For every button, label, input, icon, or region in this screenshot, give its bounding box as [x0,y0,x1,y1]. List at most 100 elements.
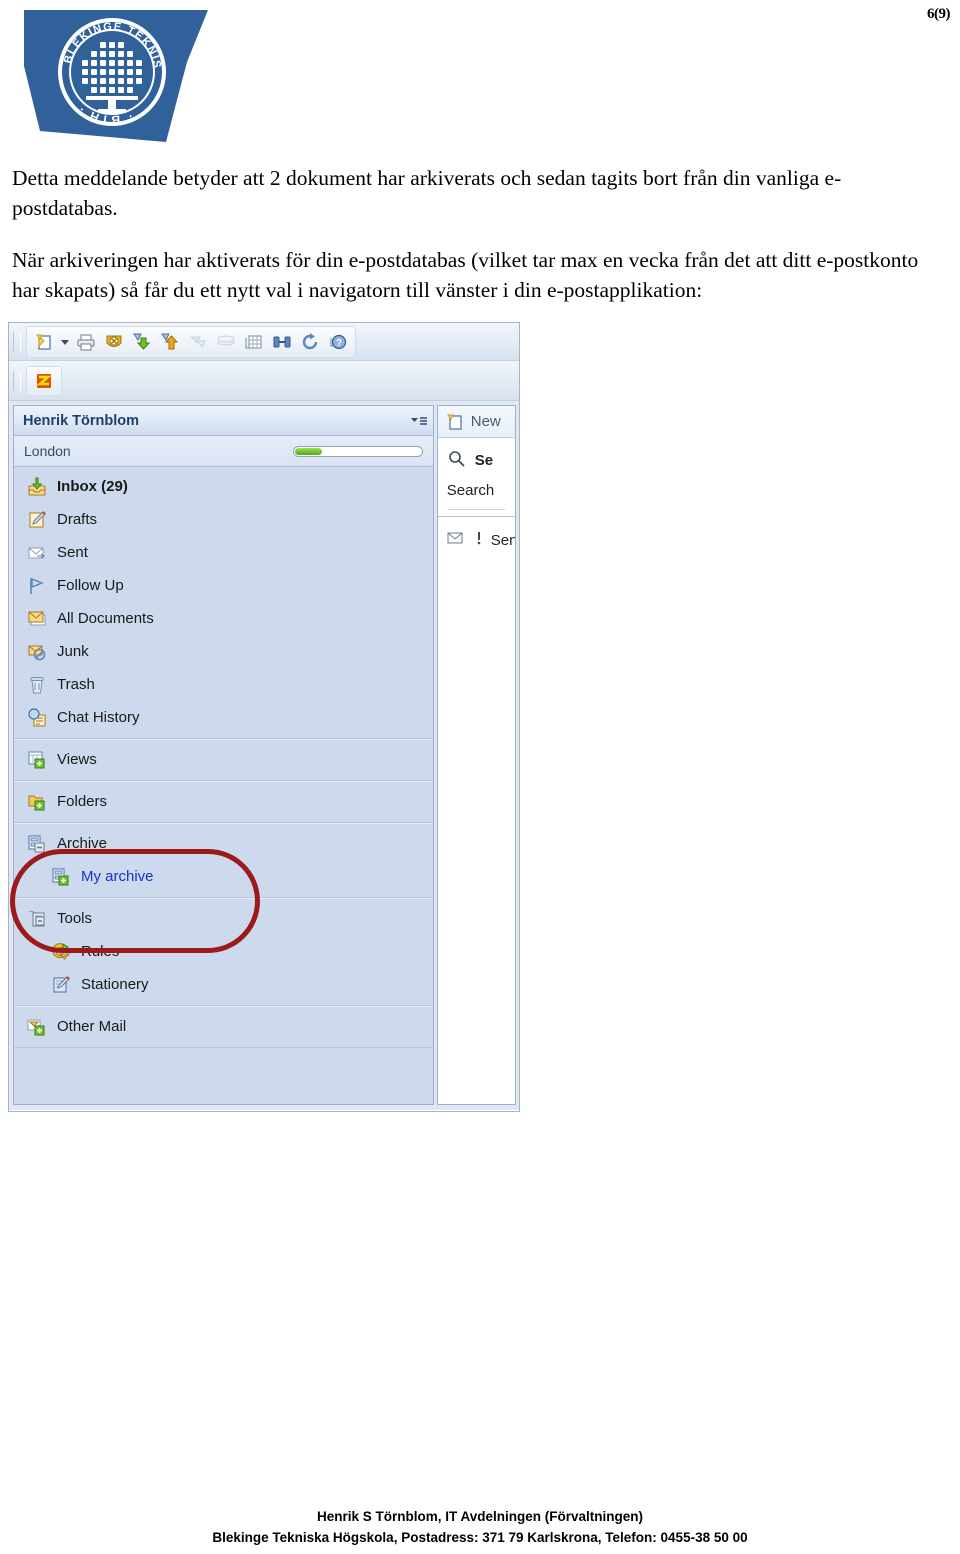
help-icon[interactable]: ? [324,329,352,355]
search-header[interactable]: Se [438,445,515,475]
paragraph-2: När arkiveringen har aktiverats för din … [12,248,919,302]
folders-expand-icon[interactable] [26,791,48,813]
sidebar-item-folders[interactable]: Folders [14,785,433,818]
chat-history-icon [26,707,48,729]
sidebar-item-label: Archive [57,835,108,852]
sidebar-item-label: Tools [57,910,93,927]
page-number: 6(9) [927,6,951,22]
footer-line-2: Blekinge Tekniska Högskola, Postadress: … [212,1530,748,1545]
all-documents-icon [26,608,48,630]
junk-icon [26,641,48,663]
new-mail-button-label: New [470,413,501,430]
archive-collapse-icon[interactable] [26,833,48,855]
toolbar-grip-secondary[interactable] [13,370,21,391]
nav-section-mail-folders: Inbox (29) Drafts Sent Follow Up All Doc… [14,467,433,739]
footer-line-1: Henrik S Törnblom, IT Avdelningen (Förva… [316,1509,643,1524]
stationery-icon [50,974,72,996]
drafts-icon [26,509,48,531]
sidebar-item-label: Chat History [57,709,140,726]
sidebar-item-rules[interactable]: Rules [14,935,433,968]
sidebar-item-stationery[interactable]: Stationery [14,968,433,1001]
refresh-icon[interactable] [296,329,324,355]
sidebar-item-label: Drafts [57,511,98,528]
other-mail-icon[interactable] [26,1016,48,1038]
table-icon[interactable] [240,329,268,355]
new-document-icon-small [445,412,465,432]
download-icon[interactable] [128,329,156,355]
sidebar-item-label: Trash [57,676,95,693]
quota-server-label: London [24,443,71,459]
sametime-icon[interactable] [30,368,58,394]
paragraph-1: Detta meddelande betyder att 2 dokument … [12,166,842,220]
sidebar-item-all-documents[interactable]: All Documents [14,602,433,635]
sender-column-label: Sen [490,531,516,549]
sent-icon [26,542,48,564]
find-icon[interactable] [268,329,296,355]
sidebar-item-label: Other Mail [57,1018,127,1035]
sidebar-item-label: All Documents [57,610,154,627]
upload-icon[interactable] [156,329,184,355]
priority-icon [475,530,485,550]
message-list-header[interactable]: Sen [438,517,515,555]
sidebar-item-views[interactable]: Views [14,743,433,776]
toolbar-grip[interactable] [13,331,21,352]
tools-collapse-icon[interactable] [26,908,48,930]
rules-icon [50,941,72,963]
sidebar-item-label: Inbox (29) [57,478,128,495]
sidebar-item-sent[interactable]: Sent [14,536,433,569]
navigator-header: Henrik Törnblom [14,406,433,436]
page-footer: Henrik S Törnblom, IT Avdelningen (Förva… [0,1506,960,1548]
sidebar-item-label: My archive [81,868,154,885]
sidebar-item-other-mail[interactable]: Other Mail [14,1010,433,1043]
sidebar-item-label: Junk [57,643,89,660]
outdent-icon[interactable] [212,329,240,355]
toolbar-primary: ? [9,323,519,361]
search-field-row[interactable]: Search [438,475,515,505]
views-expand-icon[interactable] [26,749,48,771]
nav-section-folders: Folders [14,781,433,823]
svg-text:?: ? [336,338,342,349]
trash-icon [26,674,48,696]
indent-icon[interactable] [184,329,212,355]
search-header-label: Se [474,451,494,469]
new-document-icon[interactable] [30,329,58,355]
sidebar-item-inbox[interactable]: Inbox (29) [14,470,433,503]
nav-section-archive: Archive My archive [14,823,433,898]
search-divider [447,509,505,510]
mailbox-owner-name: Henrik Törnblom [23,412,140,429]
navigator-menu-icon[interactable] [410,415,427,427]
sidebar-item-junk[interactable]: Junk [14,635,433,668]
sidebar-item-drafts[interactable]: Drafts [14,503,433,536]
sidebar-item-archive[interactable]: Archive [14,827,433,860]
security-shield-icon[interactable] [100,329,128,355]
nav-section-other-mail: Other Mail [14,1006,433,1048]
mail-view-pane: New Se Search Sen [436,405,516,1105]
sidebar-item-chat-history[interactable]: Chat History [14,701,433,734]
sidebar-item-label: Stationery [81,976,149,993]
mail-navigator: Henrik Törnblom London Inbox (29) Drafts… [13,405,434,1105]
search-icon [447,450,469,470]
sidebar-item-trash[interactable]: Trash [14,668,433,701]
sidebar-item-label: Follow Up [57,577,124,594]
chevron-down-icon[interactable] [58,329,72,355]
sidebar-item-my-archive[interactable]: My archive [14,860,433,893]
document-body: Detta meddelande betyder att 2 dokument … [12,163,942,327]
lotus-notes-screenshot: ? Henrik Törnblom London Inbox (29) Draf… [8,322,520,1112]
search-field-label: Search [446,481,495,499]
new-mail-button[interactable]: New [437,406,515,438]
quota-progress-bar [292,445,423,457]
nav-section-views: Views [14,739,433,781]
notes-main-area: Henrik Törnblom London Inbox (29) Drafts… [9,401,519,1110]
print-icon[interactable] [72,329,100,355]
flag-icon [26,575,48,597]
sidebar-item-tools[interactable]: Tools [14,902,433,935]
sidebar-item-label: Folders [57,793,108,810]
sidebar-item-label: Views [57,751,97,768]
my-archive-icon [50,866,72,888]
nav-section-tools: Tools Rules Stationery [14,898,433,1006]
envelope-icon [447,530,469,550]
sidebar-item-label: Sent [57,544,88,561]
sidebar-item-follow-up[interactable]: Follow Up [14,569,433,602]
mailbox-quota-row: London [14,436,433,467]
sidebar-item-label: Rules [81,943,120,960]
